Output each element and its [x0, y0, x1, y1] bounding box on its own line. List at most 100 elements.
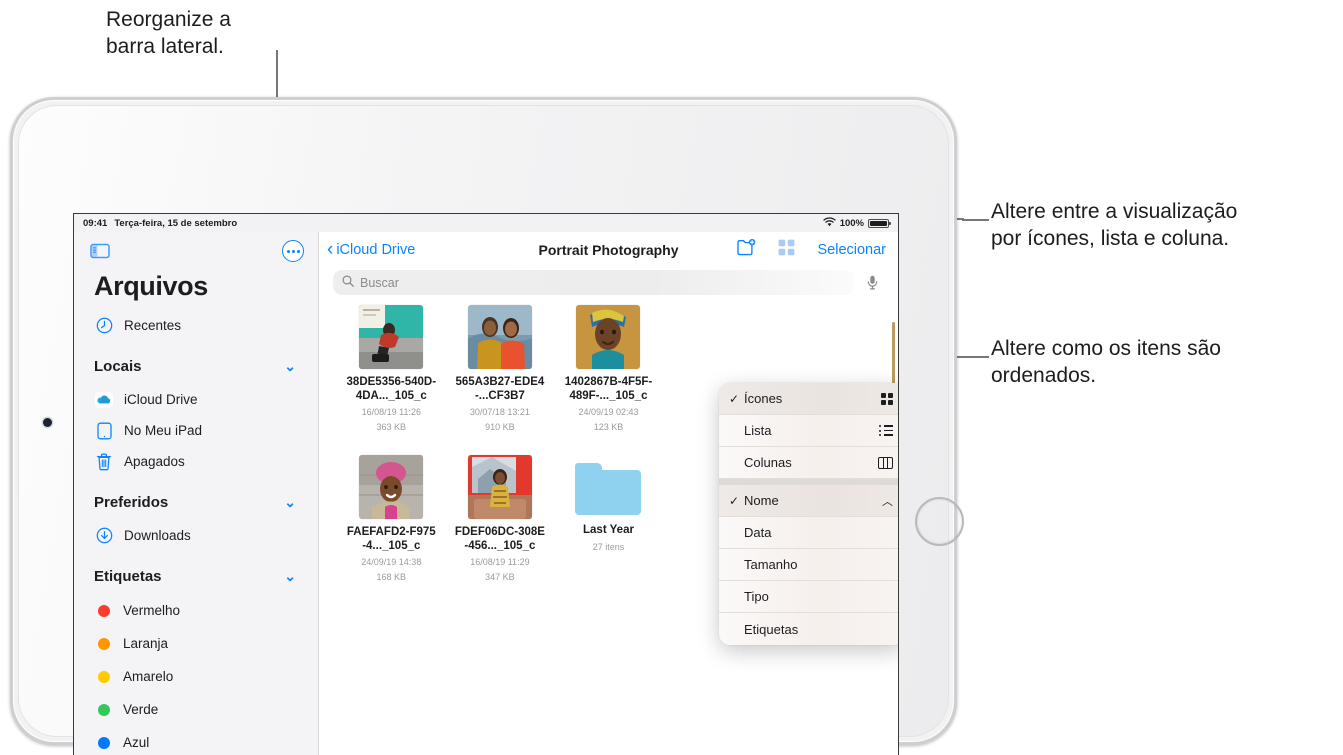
chevron-down-icon[interactable]: ⌄ [284, 494, 296, 511]
file-name: 38DE5356-540D-4DA..._105_c [346, 376, 437, 402]
seated-woman-photo [467, 455, 532, 519]
sidebar-tag-vermelho[interactable]: Vermelho [74, 594, 318, 627]
tag-color-dot [98, 736, 110, 749]
headwrap-portrait [576, 305, 641, 369]
chevron-up-icon: ︿ [882, 495, 893, 508]
menu-item-label: Lista [744, 423, 772, 438]
sort-callout-line [962, 356, 989, 358]
new-folder-icon[interactable] [737, 239, 756, 261]
menu-item-label: Ícones [744, 391, 783, 406]
sidebar-toggle-icon[interactable] [90, 243, 110, 259]
sidebar-item-apagados[interactable]: Apagados [74, 446, 318, 477]
file-date: 16/08/19 11:29 [470, 557, 530, 567]
sidebar-tag-verde[interactable]: Verde [74, 693, 318, 726]
list-icon [873, 425, 893, 436]
sidebar-tag-amarelo[interactable]: Amarelo [74, 660, 318, 693]
sidebar-item-label: Vermelho [123, 603, 181, 618]
file-tile[interactable]: FAEFAFD2-F975-4..._105_c 24/09/19 14:38 … [341, 455, 442, 605]
file-tile[interactable]: FDEF06DC-308E-456..._105_c 16/08/19 11:2… [450, 455, 551, 605]
sidebar-item-recentes[interactable]: Recentes [74, 310, 318, 341]
menu-item-label: Tipo [744, 589, 769, 604]
sidebar-section-label: Etiquetas [94, 567, 162, 585]
menu-item-label: Etiquetas [744, 621, 799, 637]
chevron-down-icon[interactable]: ⌄ [284, 358, 296, 375]
chevron-left-icon: ‹ [327, 239, 334, 261]
tag-color-dot [98, 637, 110, 650]
sidebar-item-icloud-drive[interactable]: iCloud Drive [74, 384, 318, 415]
file-size: 168 KB [376, 572, 407, 582]
sidebar-callout-text: Reorganize a barra lateral. [106, 8, 231, 58]
sidebar-tag-azul[interactable]: Azul [74, 726, 318, 755]
file-size: 347 KB [485, 572, 515, 582]
chevron-down-icon[interactable]: ⌄ [284, 568, 296, 585]
file-date: 24/09/19 14:38 [361, 557, 422, 567]
back-button[interactable]: ‹ iCloud Drive [327, 239, 416, 261]
sidebar-section-preferidos[interactable]: Preferidos ⌄ [74, 484, 318, 520]
tag-color-dot [98, 604, 110, 617]
home-button[interactable] [915, 497, 964, 546]
menu-item-label: Colunas [744, 455, 792, 470]
sidebar-item-no-meu-ipad[interactable]: No Meu iPad [74, 415, 318, 446]
folder-tile[interactable]: Last Year 27 itens [558, 455, 659, 605]
search-bar: Buscar [319, 268, 898, 295]
ipad-screen: 09:41 Terça-feira, 15 de setembro 100% A… [73, 213, 899, 755]
folder-name: Last Year [583, 524, 634, 536]
file-name: 565A3B27-EDE4-...CF3B7 [455, 376, 545, 402]
check-icon: ✓ [729, 493, 740, 508]
file-date: 16/08/19 11:26 [361, 407, 421, 417]
menu-item-tipo[interactable]: Tipo [719, 581, 898, 613]
grid-icon [873, 392, 893, 405]
menu-item-label: Tamanho [744, 557, 798, 572]
sidebar-item-label: Verde [123, 702, 159, 717]
select-button[interactable]: Selecionar [817, 242, 886, 258]
file-size: 910 KB [485, 422, 515, 432]
file-tile[interactable]: 38DE5356-540D-4DA..._105_c 16/08/19 11:2… [341, 305, 442, 455]
columns-icon [873, 456, 893, 469]
ios-status-bar: 09:41 Terça-feira, 15 de setembro 100% [74, 214, 898, 232]
sidebar-item-label: No Meu iPad [124, 423, 203, 438]
tag-color-dot [98, 703, 110, 716]
menu-item-colunas[interactable]: Colunas [719, 447, 898, 479]
sidebar: Arquivos Recentes Locais ⌄ iCloud Drive … [74, 232, 319, 755]
search-icon [342, 275, 354, 290]
two-women-photo [467, 305, 532, 369]
back-label: iCloud Drive [336, 242, 416, 258]
search-input[interactable]: Buscar [333, 270, 854, 295]
sidebar-item-label: iCloud Drive [124, 392, 198, 407]
ipad-icon [95, 422, 113, 440]
file-date: 24/09/19 02:43 [578, 407, 639, 417]
menu-item-etiquetas[interactable]: Etiquetas [719, 613, 898, 645]
file-name: FDEF06DC-308E-456..._105_c [454, 526, 545, 552]
file-tile[interactable]: 565A3B27-EDE4-...CF3B7 30/07/18 13:21 91… [450, 305, 551, 455]
view-options-menu: ✓ Ícones Lista Colunas ✓ Nome ︿ Data Tam… [719, 383, 898, 645]
download-circle-icon [95, 527, 113, 545]
folder-icon [575, 463, 642, 515]
grid-view-icon[interactable] [778, 239, 795, 261]
sidebar-item-label: Amarelo [123, 669, 174, 684]
menu-item-tamanho[interactable]: Tamanho [719, 549, 898, 581]
check-icon: ✓ [729, 391, 740, 406]
file-tile[interactable]: 1402867B-4F5F-489F-..._105_c 24/09/19 02… [558, 305, 659, 455]
sidebar-section-etiquetas[interactable]: Etiquetas ⌄ [74, 558, 318, 594]
sidebar-item-label: Apagados [124, 454, 185, 469]
sidebar-section-locais[interactable]: Locais ⌄ [74, 348, 318, 384]
more-ellipsis-icon[interactable] [282, 240, 304, 262]
menu-item-lista[interactable]: Lista [719, 415, 898, 447]
front-camera [43, 418, 52, 427]
menu-item-label: Nome [744, 493, 779, 508]
microphone-icon[interactable] [860, 270, 884, 295]
menu-item-icones[interactable]: ✓ Ícones [719, 383, 898, 415]
sidebar-item-downloads[interactable]: Downloads [74, 520, 318, 551]
file-name: 1402867B-4F5F-489F-..._105_c [564, 376, 653, 402]
sidebar-item-label: Downloads [124, 528, 191, 543]
menu-item-data[interactable]: Data [719, 517, 898, 549]
status-date: Terça-feira, 15 de setembro [114, 217, 238, 229]
folder-item-count: 27 itens [592, 541, 625, 552]
tag-color-dot [98, 670, 110, 683]
icloud-icon [95, 391, 113, 409]
sidebar-tag-laranja[interactable]: Laranja [74, 627, 318, 660]
ipad-device: 09:41 Terça-feira, 15 de setembro 100% A… [10, 97, 964, 755]
sidebar-item-label: Recentes [124, 318, 182, 333]
battery-icon [868, 218, 891, 228]
menu-item-nome[interactable]: ✓ Nome ︿ [719, 485, 898, 517]
